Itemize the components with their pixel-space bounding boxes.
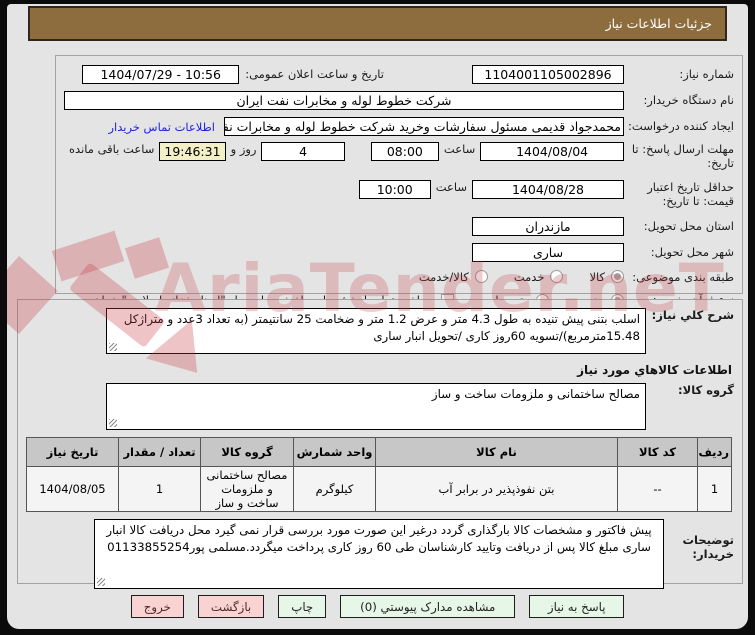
deadline-time-field[interactable]: 08:00 [370,142,439,161]
description-label: شرح کلي نیاز: [651,308,734,322]
action-buttons: پاسخ به نیاز مشاهده مدارک پیوستي (0) چاپ… [7,595,748,618]
need-info-box: شماره نیاز: 1104001105002896 تاریخ و ساع… [55,55,743,307]
validity-date-field[interactable]: 1404/08/28 [472,179,624,199]
buyer-notes-label: توضیحات خریدار: [682,533,735,562]
announce-label: تاریخ و ساعت اعلان عمومی: [245,67,384,82]
respond-button[interactable]: پاسخ به نیاز [529,595,625,618]
col-need-date: تاریخ نیاز [26,437,119,467]
radio-goods-service[interactable] [474,270,488,284]
validity-time-field[interactable]: 10:00 [358,179,431,199]
deadline-hour-label: ساعت [443,142,476,156]
cell-item-code: -- [617,466,698,512]
buyer-contact-link[interactable]: اطلاعات تماس خریدار [108,120,215,134]
radio-goods-label: کالا [589,269,605,284]
back-button[interactable]: بازگشت [197,595,265,618]
col-item-name: نام کالا [375,437,618,467]
need-details-page: جزئیات اطلاعات نیاز شماره نیاز: 11040011… [7,4,748,629]
goods-group-textarea[interactable]: مصالح ساختمانی و ملزومات ساخت و ساز [106,383,646,430]
requester-label: ایجاد کننده درخواست: [628,119,734,134]
radio-goods[interactable] [611,270,624,284]
remaining-label: ساعت باقی مانده [69,142,155,156]
col-row-number: ردیف [697,437,732,467]
buyer-org-label: نام دستگاه خریدار: [643,93,734,108]
goods-group-label: گروه کالا: [678,383,734,397]
table-row: 1 -- بتن نفوذپذیر در برابر آب کیلوگرم مص… [26,466,732,512]
deadline-days-field[interactable]: 4 [261,142,345,161]
countdown-field: 19:46:31 [159,142,226,161]
cell-unit: کیلوگرم [293,466,376,512]
requester-field[interactable]: محمدجواد قدیمی مسئول سفارشات وخرید شرکت … [224,117,624,136]
validity-label: حداقل تاریخ اعتبار قیمت: تا تاریخ: [647,179,734,209]
classification-label: طبقه بندی موضوعی: [632,269,734,284]
radio-service-label: خدمت [513,269,545,284]
city-label: شهر محل تحویل: [650,244,734,259]
need-items-box: شرح کلي نیاز: اسلب بتنی پیش تنیده به طول… [17,299,743,589]
print-button[interactable]: چاپ [278,595,327,618]
need-number-field[interactable]: 1104001105002896 [472,65,624,84]
col-group: گروه کالا [200,437,294,467]
deadline-label: مهلت ارسال پاسخ: تا تاریخ: [631,142,734,171]
province-field[interactable]: مازندران [472,216,624,236]
col-quantity: تعداد / مقدار [118,437,201,467]
cell-item-name: بتن نفوذپذیر در برابر آب [375,466,618,512]
cell-need-date: 1404/08/05 [26,466,119,512]
cell-row-number: 1 [697,466,732,512]
city-field[interactable]: ساری [472,242,624,262]
items-heading: اطلاعات کالاهاي مورد نیاز [577,363,732,377]
validity-hour-label: ساعت [435,179,467,194]
province-label: استان محل تحویل: [643,218,734,233]
deadline-date-field[interactable]: 1404/08/04 [480,142,624,161]
deadline-days-sep: روز و [230,142,257,156]
radio-service[interactable] [550,270,564,284]
buyer-notes-textarea[interactable]: پیش فاکتور و مشخصات کالا بارگذاری گردد د… [94,519,664,589]
radio-goods-service-label: کالا/خدمت [418,269,469,284]
exit-button[interactable]: خروج [130,595,184,618]
description-textarea[interactable]: اسلب بتنی پیش تنیده به طول 4.3 متر و عرض… [106,308,646,354]
col-unit: واحد شمارش [293,437,376,467]
items-table: ردیف کد کالا نام کالا واحد شمارش گروه کا… [26,437,732,512]
announce-field[interactable]: 1404/07/29 - 10:56 [82,65,240,84]
items-table-header-row: ردیف کد کالا نام کالا واحد شمارش گروه کا… [26,437,732,467]
page-title: جزئیات اطلاعات نیاز [28,6,727,41]
attachments-button[interactable]: مشاهده مدارک پیوستي (0) [340,595,516,618]
cell-quantity: 1 [118,466,201,512]
buyer-org-field[interactable]: شرکت خطوط لوله و مخابرات نفت ایران [64,91,624,110]
need-number-label: شماره نیاز: [679,67,734,82]
cell-group: مصالح ساختمانی و ملزومات ساخت و ساز [200,466,294,512]
col-item-code: کد کالا [617,437,698,467]
